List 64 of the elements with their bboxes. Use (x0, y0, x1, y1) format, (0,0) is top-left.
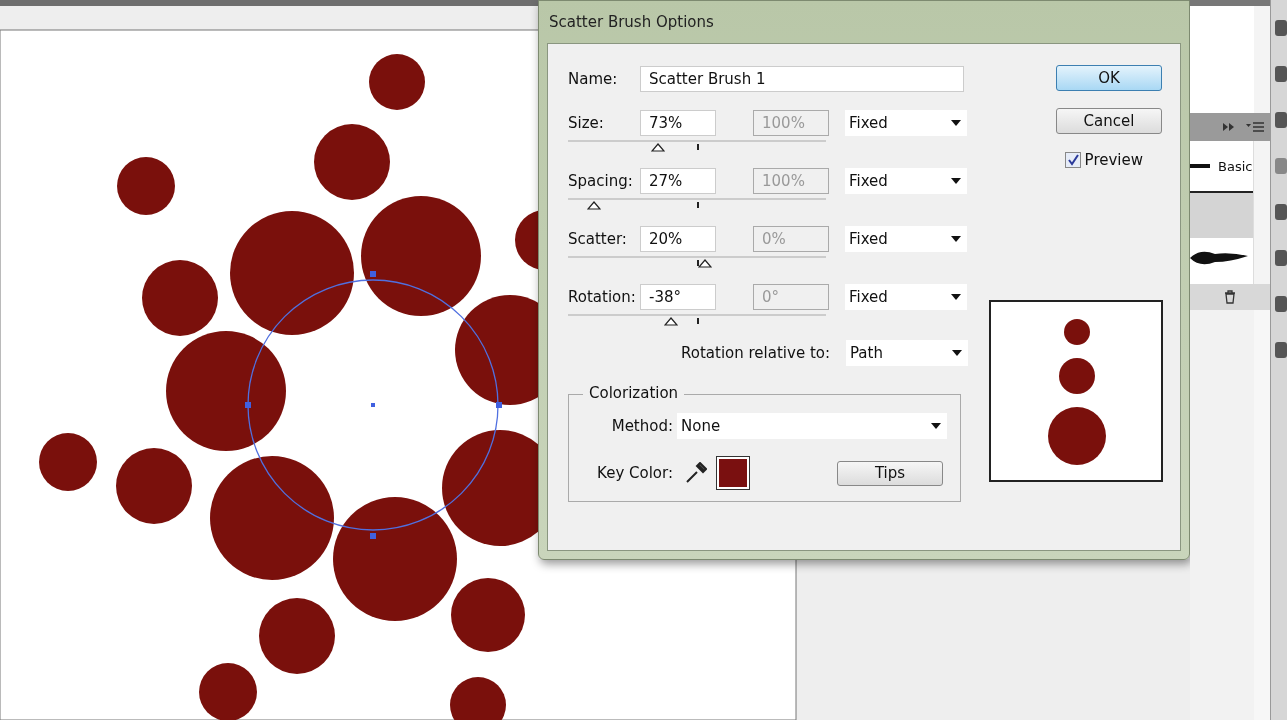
slider-tick (697, 260, 699, 266)
dialog-button[interactable]: Cancel (1056, 108, 1162, 134)
slider-tick (697, 202, 699, 208)
dropdown[interactable]: Fixed (845, 226, 967, 252)
slider[interactable] (568, 314, 826, 326)
caret-icon (951, 236, 961, 242)
caret-icon (951, 294, 961, 300)
scrollbar[interactable] (1254, 310, 1270, 720)
menu-icon[interactable] (1246, 122, 1264, 132)
value-field: 0% (753, 226, 829, 252)
dialog-title: Scatter Brush Options (548, 12, 715, 33)
tool-icon[interactable] (1275, 158, 1287, 174)
value-field[interactable]: 27% (640, 168, 716, 194)
field-label: Rotation: (568, 288, 637, 306)
tool-icon[interactable] (1275, 296, 1287, 312)
slider-thumb[interactable] (697, 259, 712, 268)
caret-icon (931, 423, 941, 429)
stroke-icon (1190, 163, 1210, 169)
value-field: 100% (753, 168, 829, 194)
dropdown[interactable]: Path (846, 340, 968, 366)
tool-icon[interactable] (1275, 66, 1287, 82)
field-label: Method: (610, 417, 674, 435)
scrollbar[interactable] (1254, 6, 1270, 113)
slider-tick (697, 318, 699, 324)
value-field[interactable]: 73% (640, 110, 716, 136)
value-field: 0° (753, 284, 829, 310)
slider-thumb[interactable] (664, 317, 679, 326)
field-label: Size: (568, 114, 605, 132)
dropdown[interactable]: Fixed (845, 284, 967, 310)
forward-icon[interactable] (1222, 122, 1236, 132)
trash-icon[interactable] (1224, 290, 1236, 304)
caret-icon (951, 178, 961, 184)
dropdown[interactable]: None (677, 413, 947, 439)
checkbox[interactable] (1064, 152, 1081, 168)
field-label: Name: (568, 70, 619, 88)
field-label: Scatter: (568, 230, 628, 248)
dialog-button[interactable]: OK (1056, 65, 1162, 91)
caret-icon (952, 350, 962, 356)
tool-icon[interactable] (1275, 250, 1287, 266)
tips-button[interactable]: Tips (837, 460, 943, 486)
field-label: Spacing: (568, 172, 634, 190)
dropdown[interactable]: Fixed (845, 168, 967, 194)
slider-tick (697, 144, 699, 150)
field-label: Key Color: (596, 464, 674, 482)
name-field[interactable]: Scatter Brush 1 (640, 66, 964, 92)
tool-icon[interactable] (1275, 112, 1287, 128)
value-field[interactable]: 20% (640, 226, 716, 252)
slider[interactable] (568, 256, 826, 268)
checkbox-label[interactable]: Preview (1084, 151, 1143, 169)
tool-icon[interactable] (1275, 342, 1287, 358)
field-label: Rotation relative to: (681, 344, 830, 362)
scrollbar[interactable] (1253, 141, 1270, 284)
caret-icon (951, 120, 961, 126)
slider-thumb[interactable] (651, 143, 666, 152)
tool-icon[interactable] (1275, 204, 1287, 220)
value-field: 100% (753, 110, 829, 136)
dropdown[interactable]: Fixed (845, 110, 967, 136)
brush-name[interactable]: Basic (1218, 158, 1253, 174)
tool-icon[interactable] (1275, 20, 1287, 36)
slider-thumb[interactable] (586, 201, 601, 210)
slider[interactable] (568, 198, 826, 210)
color-swatch[interactable] (717, 457, 749, 489)
value-field[interactable]: -38° (640, 284, 716, 310)
slider[interactable] (568, 140, 826, 152)
